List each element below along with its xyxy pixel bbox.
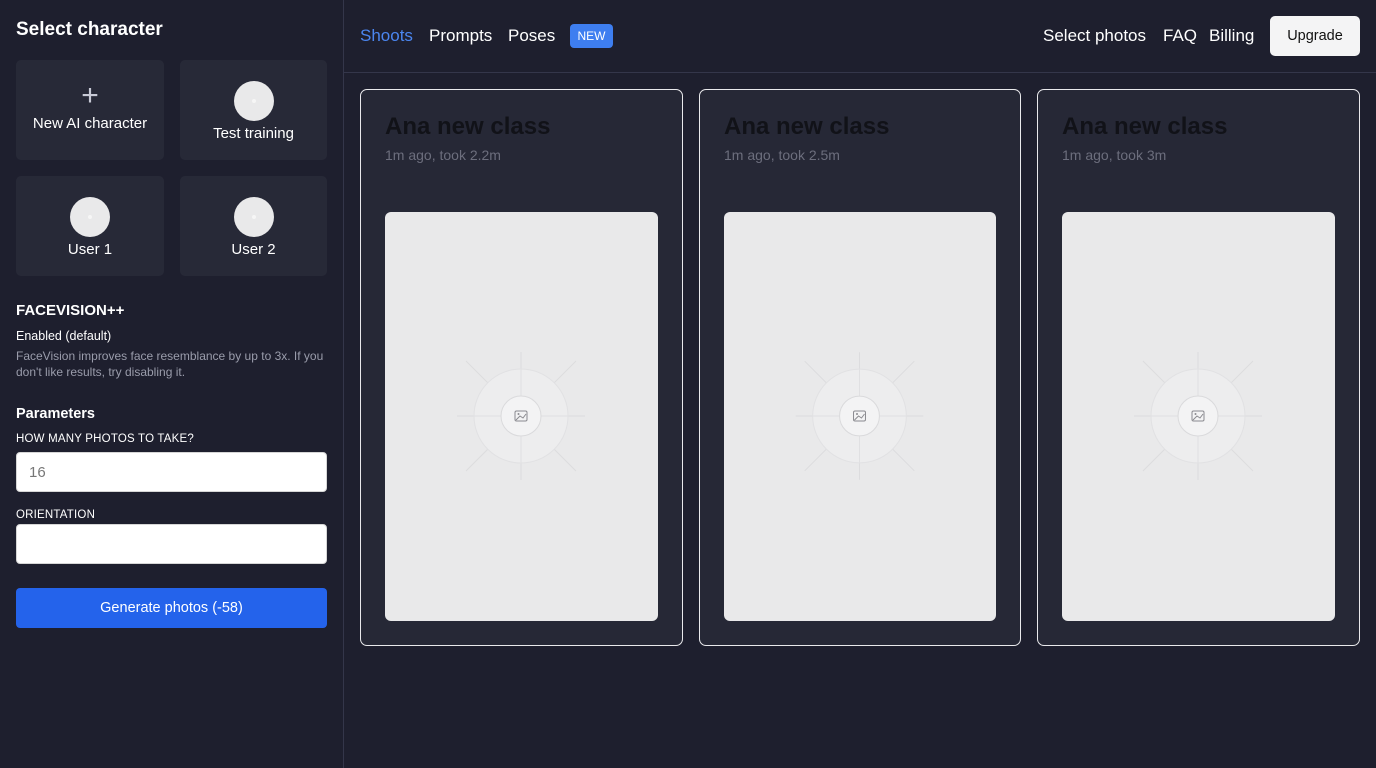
character-card-user-2[interactable]: User 2: [180, 176, 327, 276]
avatar: [70, 197, 110, 237]
orientation-label: ORIENTATION: [16, 509, 96, 521]
plus-icon: +: [81, 78, 99, 112]
character-card-test-training[interactable]: Test training: [180, 60, 327, 160]
upgrade-button[interactable]: Upgrade: [1270, 16, 1360, 56]
select-photos-link[interactable]: Select photos: [1043, 26, 1146, 46]
image-placeholder-icon: [1134, 352, 1262, 480]
parameters-title: Parameters: [16, 406, 95, 422]
image-placeholder-icon: [795, 352, 924, 480]
shoot-image-placeholder[interactable]: [385, 212, 658, 621]
generate-photos-button[interactable]: Generate photos (-58): [16, 588, 327, 628]
facevision-description: FaceVision improves face resemblance by …: [16, 349, 324, 379]
image-placeholder-icon: [457, 352, 585, 480]
shoot-card[interactable]: Ana new class 1m ago, took 2.2m: [360, 89, 683, 646]
shoot-meta: 1m ago, took 3m: [1062, 147, 1167, 163]
orientation-select[interactable]: [16, 524, 327, 564]
character-label: New AI character: [32, 114, 148, 132]
character-label: User 2: [231, 241, 276, 258]
character-card-user-1[interactable]: User 1: [16, 176, 164, 276]
sidebar-title: Select character: [16, 19, 163, 40]
shoot-title: Ana new class: [1062, 113, 1228, 140]
facevision-status[interactable]: Enabled (default): [16, 329, 111, 343]
avatar: [233, 197, 274, 237]
tab-shoots[interactable]: Shoots: [360, 26, 413, 46]
new-ai-character-button[interactable]: + New AI character: [16, 60, 164, 160]
character-label: Test training: [213, 125, 294, 142]
faq-link[interactable]: FAQ: [1163, 26, 1197, 46]
shoot-title: Ana new class: [385, 113, 551, 140]
shoot-image-placeholder[interactable]: [724, 212, 996, 621]
tab-prompts[interactable]: Prompts: [429, 26, 492, 46]
new-badge: NEW: [570, 24, 613, 48]
sidebar: Select character + New AI character Test…: [0, 0, 344, 768]
photos-count-label: HOW MANY PHOTOS TO TAKE?: [16, 433, 194, 445]
top-nav: Shoots Prompts Poses NEW Select photos F…: [344, 0, 1376, 73]
shoot-image-placeholder[interactable]: [1062, 212, 1335, 621]
shoot-card[interactable]: Ana new class 1m ago, took 3m: [1037, 89, 1360, 646]
billing-link[interactable]: Billing: [1209, 26, 1254, 46]
avatar: [233, 81, 274, 121]
shoot-meta: 1m ago, took 2.5m: [724, 147, 840, 163]
app: Select character + New AI character Test…: [0, 0, 1376, 768]
shoot-meta: 1m ago, took 2.2m: [385, 147, 501, 163]
facevision-title: FACEVISION++: [16, 302, 125, 319]
tab-poses[interactable]: Poses: [508, 26, 555, 46]
shoot-title: Ana new class: [724, 113, 890, 140]
shoot-card[interactable]: Ana new class 1m ago, took 2.5m: [699, 89, 1021, 646]
photos-count-input[interactable]: [16, 452, 327, 492]
character-label: User 1: [67, 241, 113, 258]
